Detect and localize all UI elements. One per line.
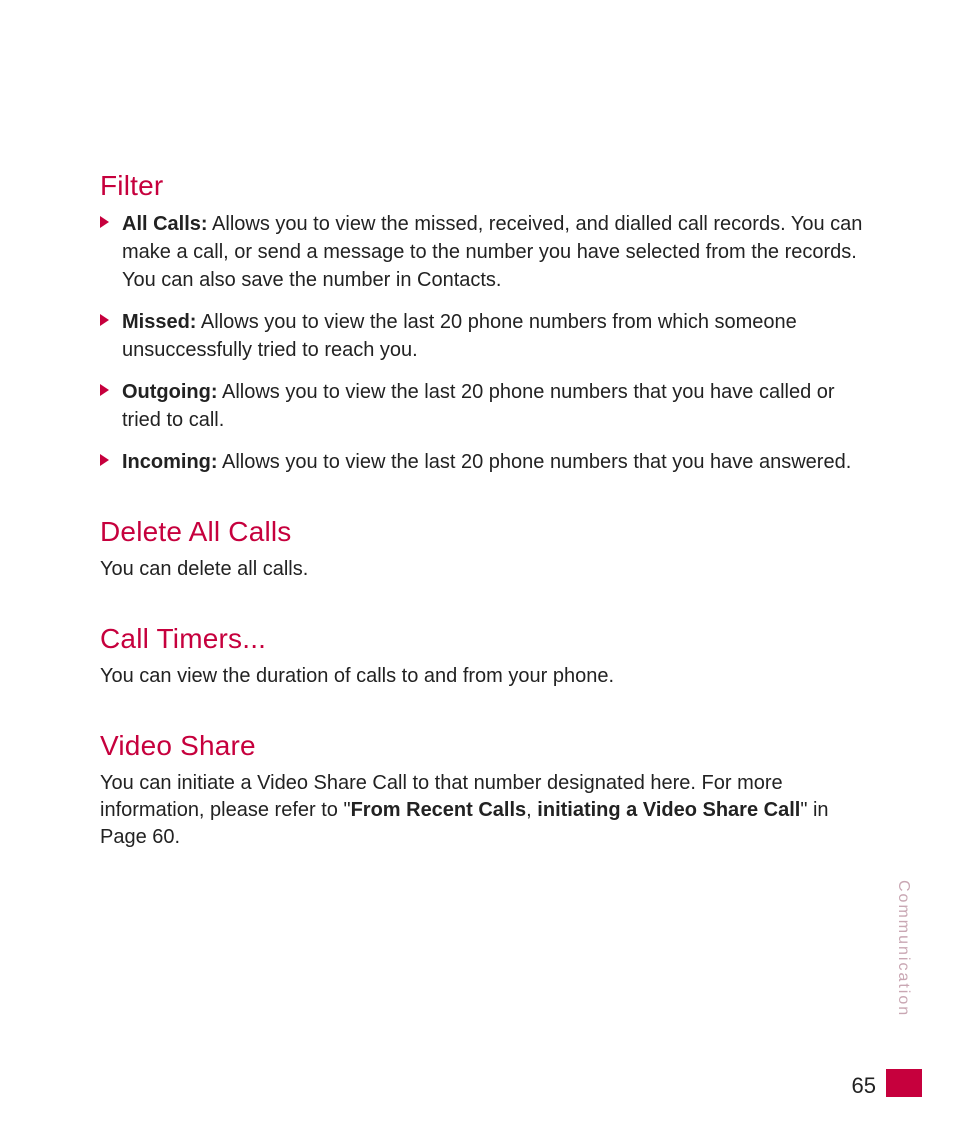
bullet-arrow-icon	[100, 314, 109, 326]
item-label: Outgoing:	[122, 381, 218, 403]
list-item: Incoming: Allows you to view the last 20…	[100, 448, 864, 476]
bullet-arrow-icon	[100, 454, 109, 466]
heading-call-timers: Call Timers...	[100, 623, 864, 655]
video-share-sep: ,	[526, 799, 537, 821]
item-text: Allows you to view the last 20 phone num…	[122, 381, 835, 431]
manual-page: Filter All Calls: Allows you to view the…	[0, 0, 954, 1147]
bullet-arrow-icon	[100, 384, 109, 396]
heading-video-share: Video Share	[100, 730, 864, 762]
video-share-body: You can initiate a Video Share Call to t…	[100, 770, 864, 851]
video-share-bold2: initiating a Video Share Call	[537, 799, 800, 821]
page-number: 65	[852, 1073, 876, 1099]
bullet-arrow-icon	[100, 216, 109, 228]
heading-delete-all-calls: Delete All Calls	[100, 516, 864, 548]
list-item: All Calls: Allows you to view the missed…	[100, 210, 864, 294]
item-text: Allows you to view the missed, received,…	[122, 213, 862, 291]
heading-filter: Filter	[100, 170, 864, 202]
call-timers-body: You can view the duration of calls to an…	[100, 663, 864, 690]
list-item: Outgoing: Allows you to view the last 20…	[100, 378, 864, 434]
item-label: Missed:	[122, 311, 196, 333]
item-label: Incoming:	[122, 451, 218, 473]
item-text: Allows you to view the last 20 phone num…	[122, 311, 797, 361]
section-tab-label: Communication	[892, 880, 912, 1040]
section-tab-bar	[886, 1069, 922, 1097]
item-label: All Calls:	[122, 213, 208, 235]
video-share-bold1: From Recent Calls	[351, 799, 527, 821]
filter-list: All Calls: Allows you to view the missed…	[100, 210, 864, 476]
delete-all-body: You can delete all calls.	[100, 556, 864, 583]
item-text: Allows you to view the last 20 phone num…	[218, 451, 852, 473]
list-item: Missed: Allows you to view the last 20 p…	[100, 308, 864, 364]
